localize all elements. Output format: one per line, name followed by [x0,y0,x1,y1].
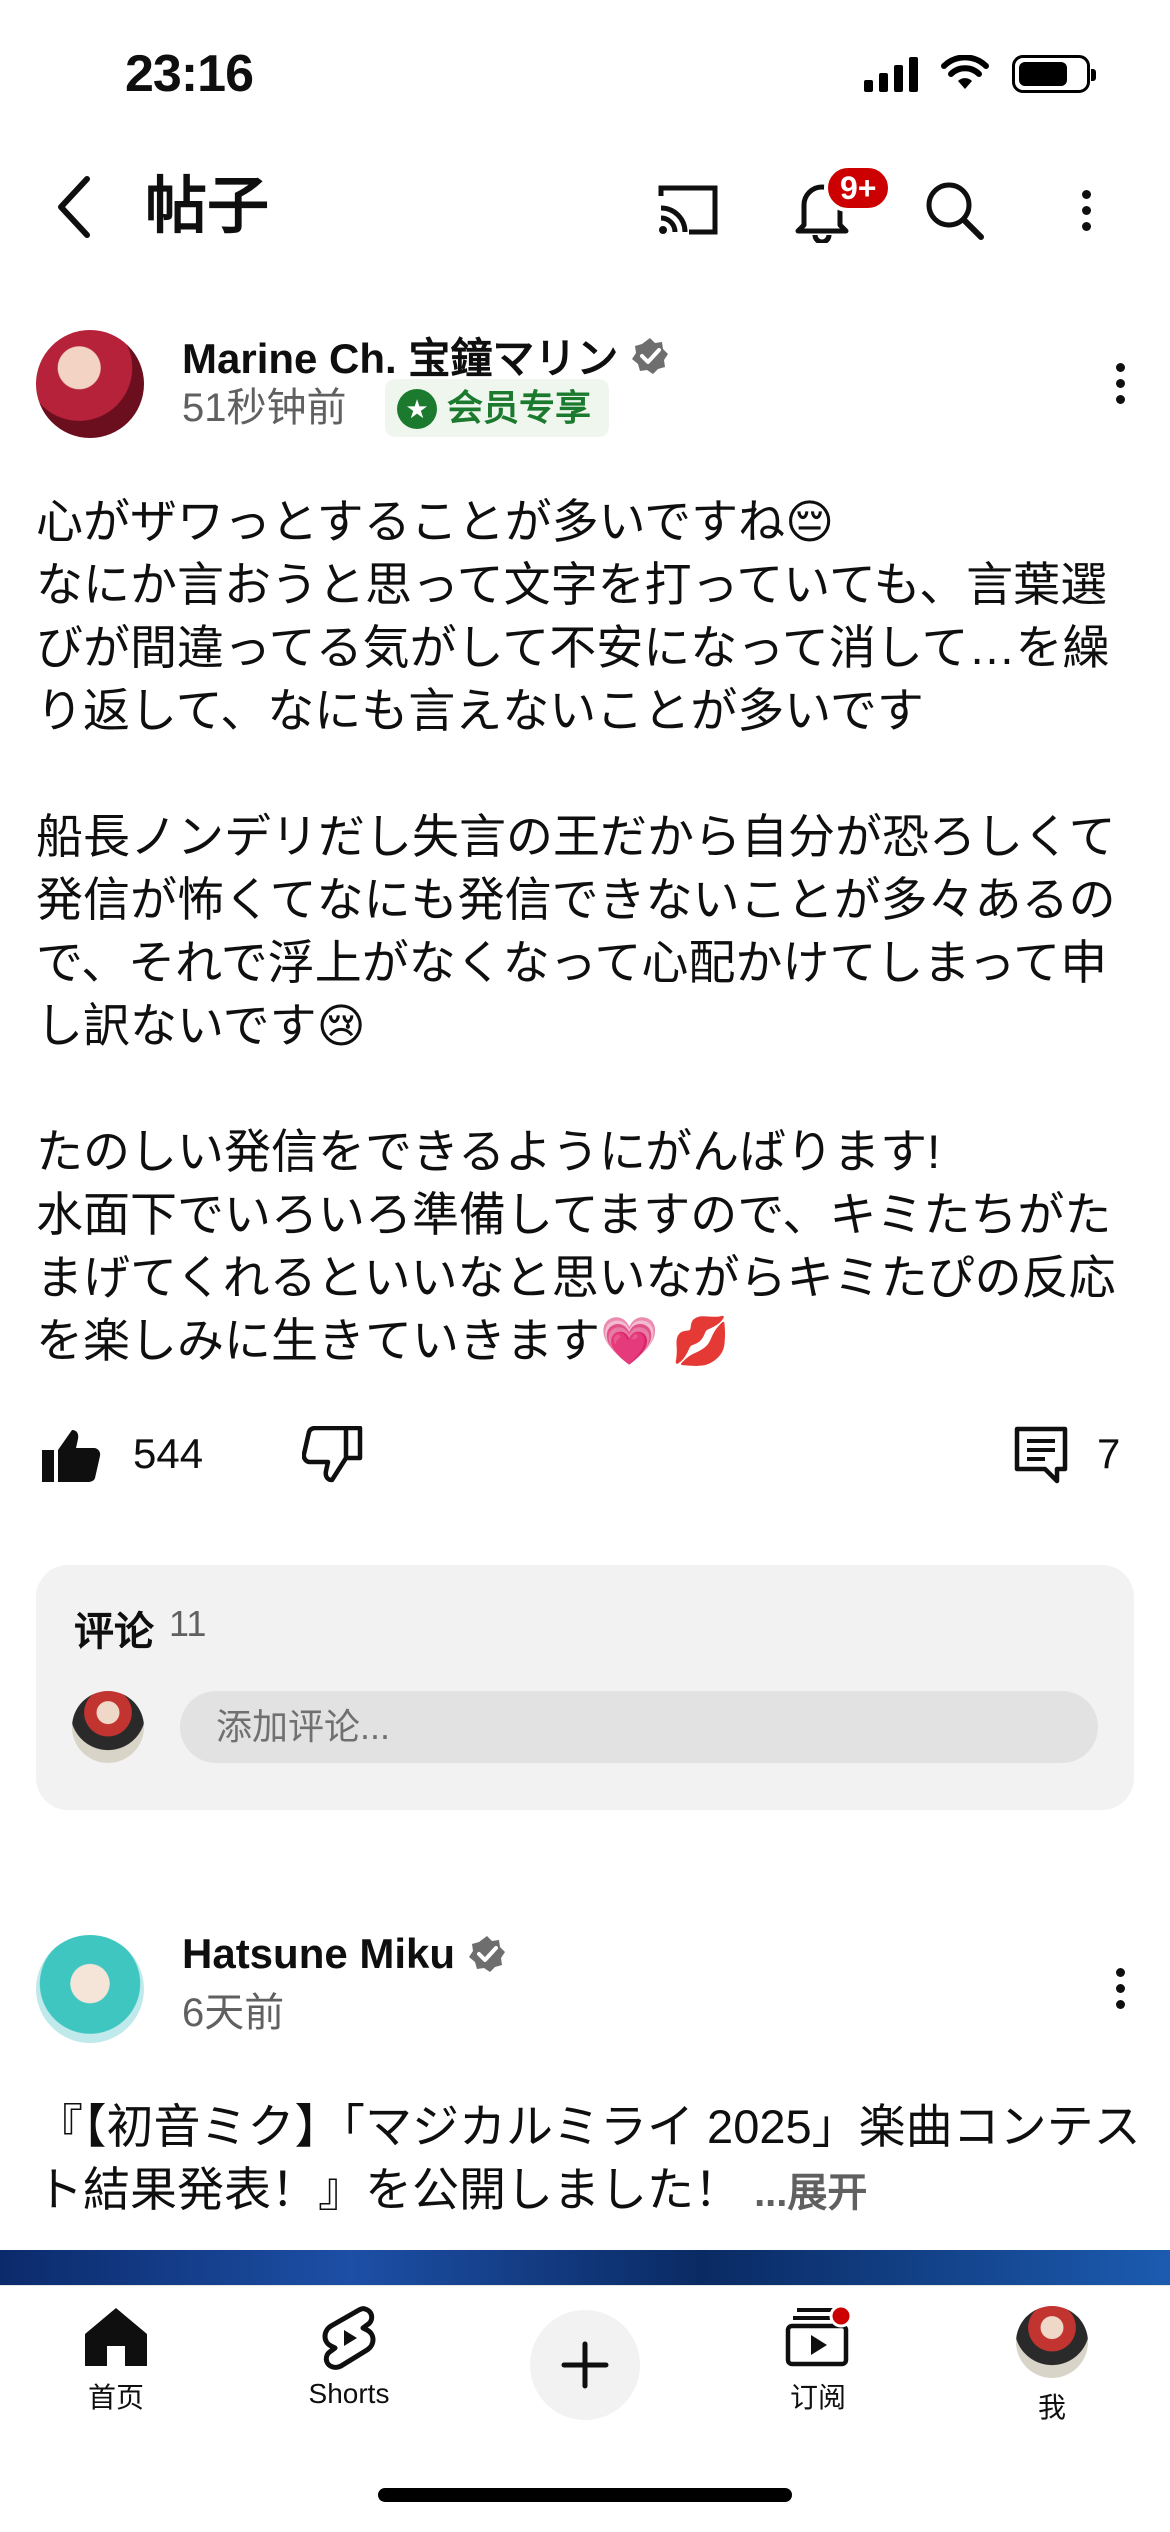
plus-icon [561,2341,609,2389]
channel-avatar[interactable] [36,330,144,438]
dislike-button[interactable] [298,1420,368,1490]
members-only-badge: ★ 会员专享 [385,379,610,437]
thumbs-down-icon [302,1426,363,1483]
home-indicator [378,2488,792,2502]
status-time: 23:16 [125,45,254,103]
thumbs-up-icon [42,1430,101,1482]
cast-button[interactable] [650,172,726,248]
post-paragraph: 船長ノンデリだし失言の王だから自分が恐ろしくて発信が怖くてなにも発信できないこと… [36,810,1116,1052]
nav-home[interactable]: 首页 [41,2306,191,2416]
author-name: Marine Ch. 宝鐘マリン [182,335,619,382]
expand-link[interactable]: ...展开 [754,2171,867,2215]
channel-avatar[interactable] [36,1935,144,2043]
post-header: Hatsune Miku 6天前 [36,1930,1136,2050]
nav-you-label: 我 [1037,2392,1066,2423]
verified-icon [632,337,669,374]
user-avatar [72,1691,144,1763]
post-more-options-button[interactable] [1100,353,1140,413]
nav-home-label: 首页 [87,2382,144,2413]
subscriptions-icon [785,2306,851,2367]
back-button[interactable] [40,172,110,242]
top-app-bar: 帖子 9+ [0,150,1170,270]
post-paragraph: たのしい発信をできるようにがんばります! 水面下でいろいろ準備してますので、キミ… [36,1125,1116,1367]
nav-subscriptions-label: 订阅 [789,2382,846,2413]
nav-shorts[interactable]: Shorts [274,2306,424,2410]
notification-badge: 9+ [824,164,893,212]
like-button[interactable] [36,1420,106,1490]
post-paragraph: 心がザワっとすることが多いですね😔 なにか言おうと思って文字を打っていても、言葉… [36,495,1110,737]
post-text: 心がザワっとすることが多いですね😔 なにか言おうと思って文字を打っていても、言葉… [36,490,1146,1435]
back-arrow-icon [58,176,90,238]
battery-icon [1012,55,1096,93]
post-header: Marine Ch. 宝鐘マリン 51秒钟前 ★ 会员专享 [36,325,1136,445]
search-button[interactable] [916,172,992,248]
comment-icon [1014,1426,1068,1484]
add-comment-input[interactable]: 添加评论... [180,1691,1098,1763]
profile-avatar [1016,2306,1088,2378]
star-icon: ★ [397,389,437,429]
like-count: 544 [133,1430,204,1477]
post-text-content: 『【初音ミク】「マジカルミライ 2025」楽曲コンテスト結果発表！』を公開しまし… [36,2100,1141,2216]
more-options-button[interactable] [1066,180,1106,240]
post-more-options-button[interactable] [1100,1958,1140,2018]
shorts-icon [322,2306,376,2370]
cellular-signal-icon [864,56,918,92]
author-name: Hatsune Miku [182,1930,456,1977]
nav-shorts-label: Shorts [308,2378,390,2409]
page-title: 帖子 [145,172,270,241]
verified-icon [469,1936,506,1972]
post-author[interactable]: Hatsune Miku [182,1930,507,1978]
comments-total: 11 [169,1603,207,1644]
nav-you[interactable]: 我 [977,2306,1127,2426]
cast-icon [658,185,718,235]
status-bar: 23:16 [0,0,1170,150]
comments-button[interactable] [1006,1420,1076,1490]
comment-count: 7 [1097,1430,1121,1477]
post-time: 6天前 [182,1991,285,2035]
home-icon [85,2308,147,2366]
search-icon [926,182,984,240]
notifications-button[interactable]: 9+ [784,164,893,248]
post-actions: 544 7 [36,1420,1136,1490]
comments-preview-card[interactable]: 评论 11 添加评论... [36,1565,1134,1810]
create-button[interactable] [530,2310,640,2420]
post-author[interactable]: Marine Ch. 宝鐘マリン [182,325,670,386]
nav-subscriptions[interactable]: 订阅 [743,2306,893,2416]
wifi-icon [941,55,989,89]
post-image-preview[interactable] [0,2250,1170,2290]
post-text: 『【初音ミク】「マジカルミライ 2025」楽曲コンテスト結果発表！』を公開しまし… [36,2095,1146,2225]
status-icons [864,55,1096,93]
post-time: 51秒钟前 [182,386,347,430]
comments-title: 评论 [74,1610,154,1654]
members-only-label: 会员专享 [447,387,592,428]
